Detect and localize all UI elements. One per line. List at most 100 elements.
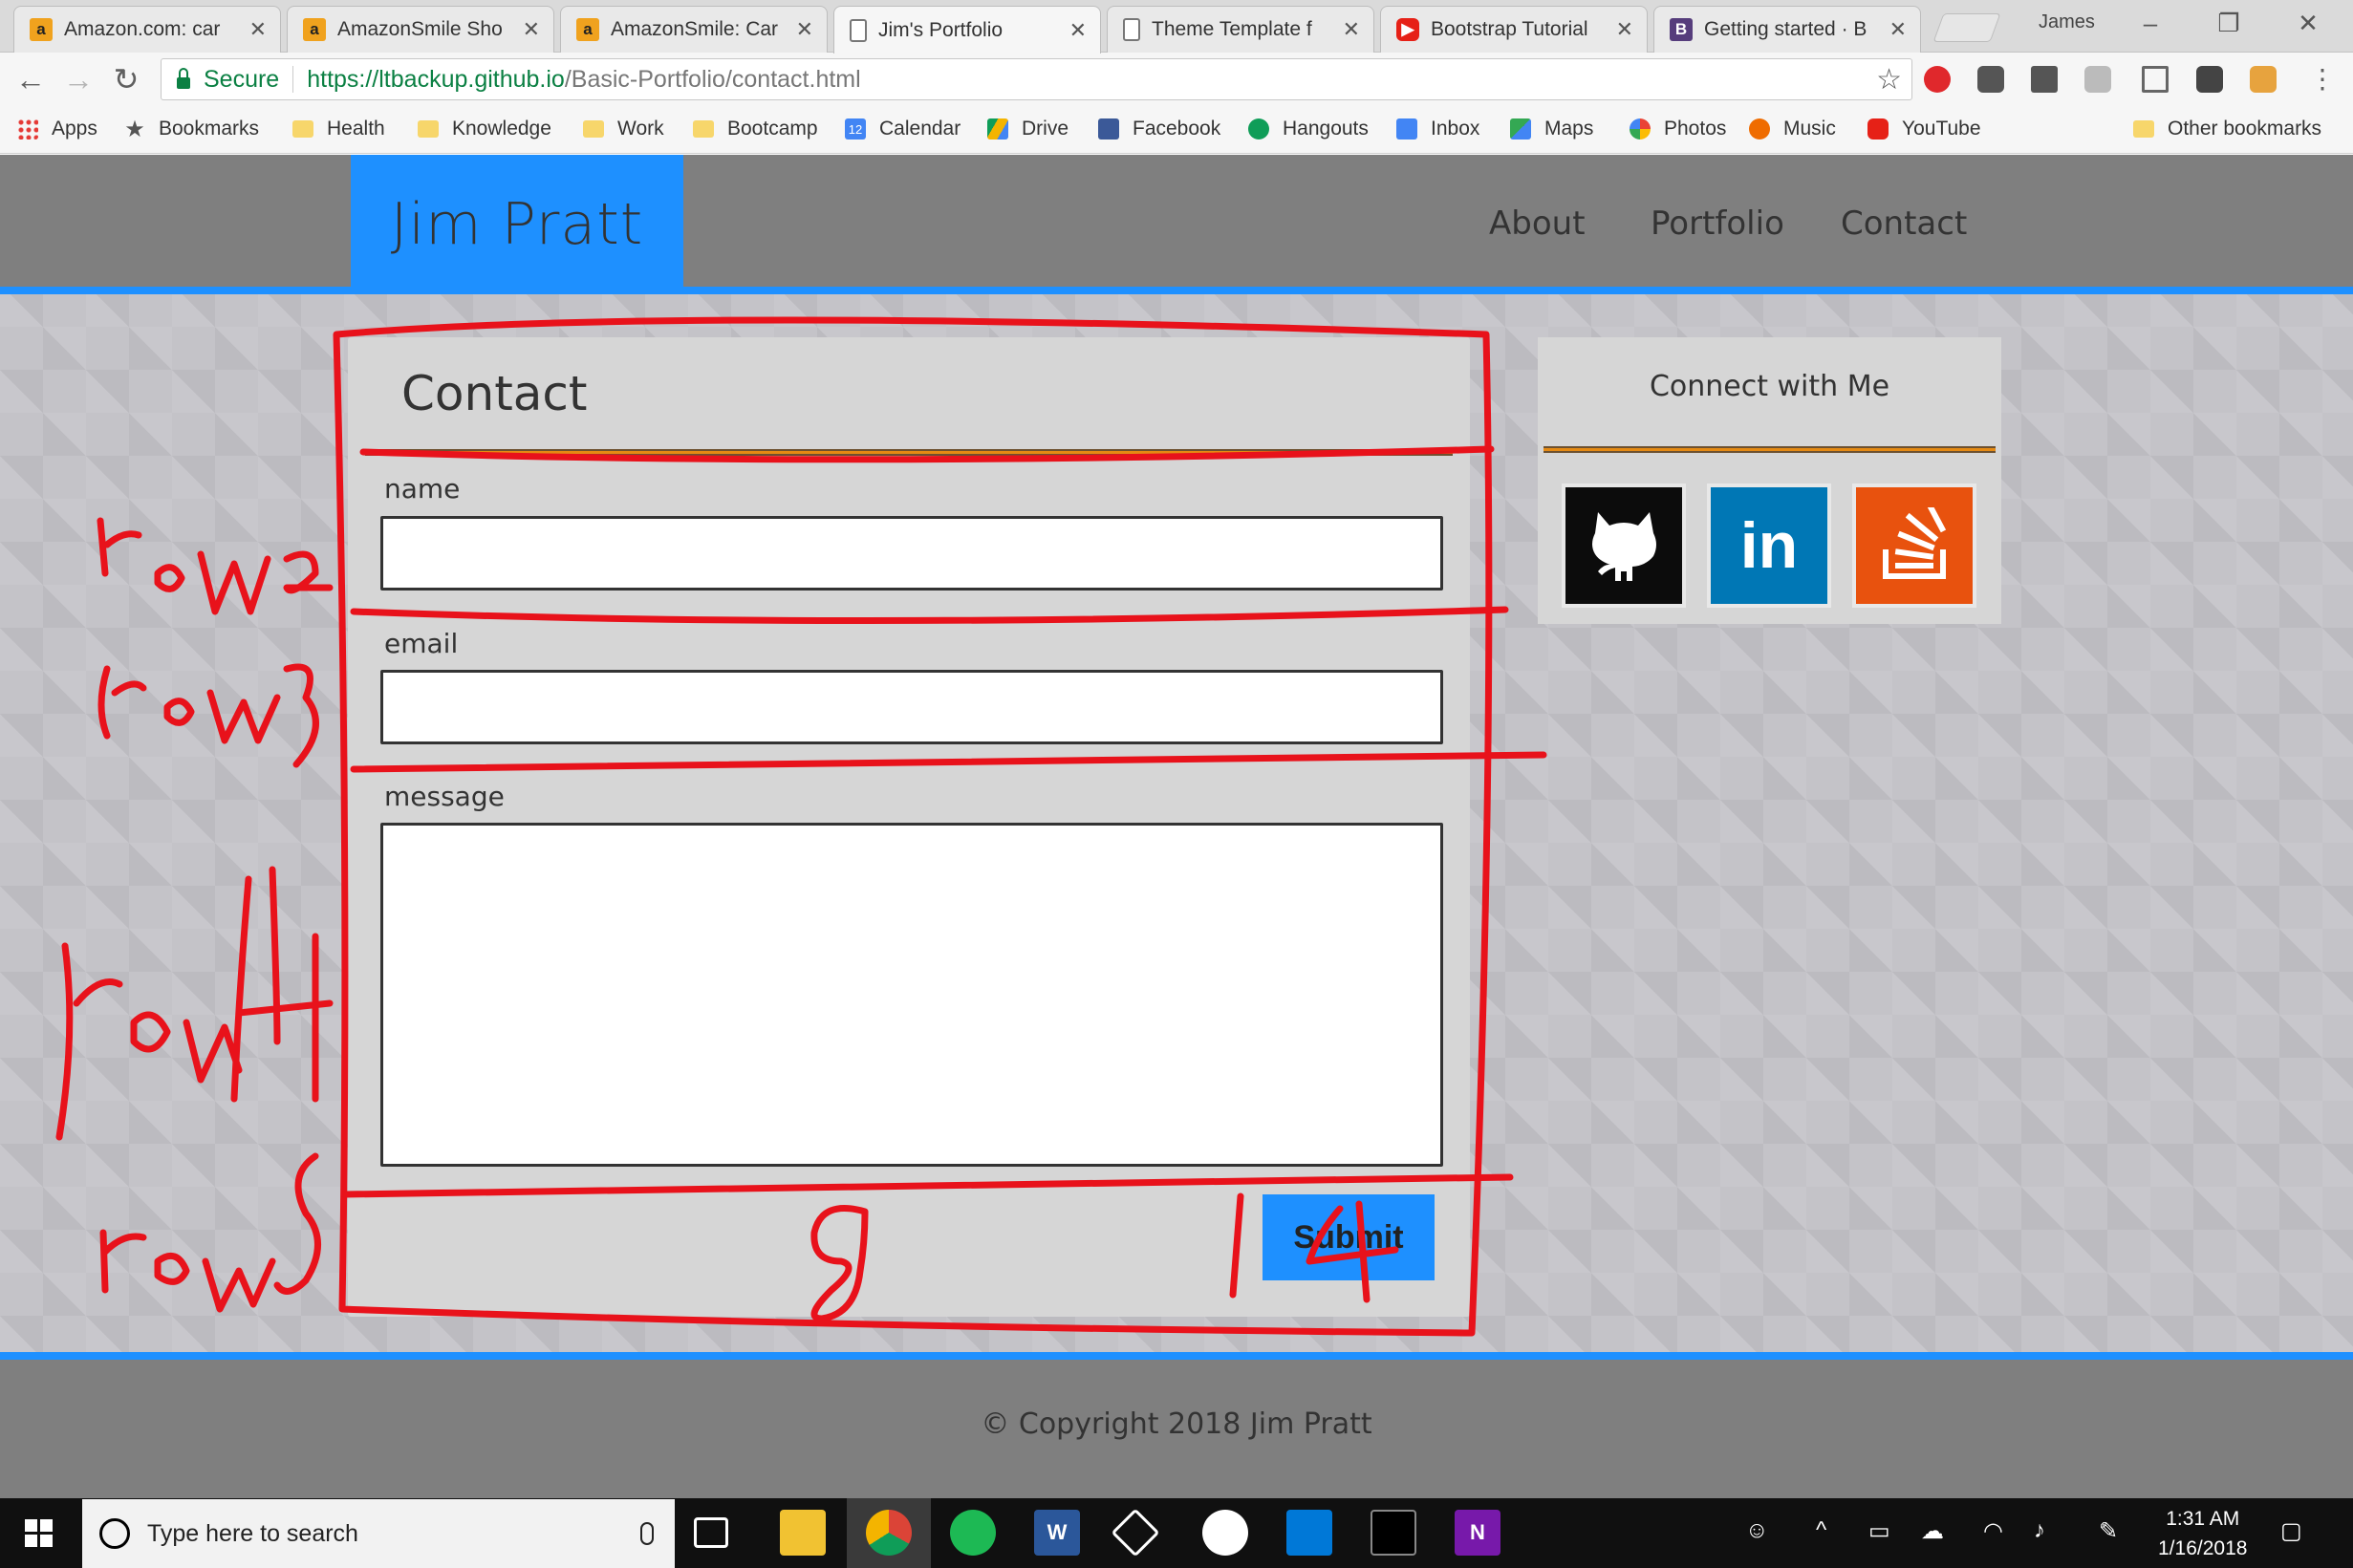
- tab-jims-portfolio[interactable]: Jim's Portfolio ✕: [833, 6, 1101, 54]
- bookmark-health[interactable]: Health: [292, 118, 385, 140]
- reload-icon[interactable]: ↻: [107, 60, 145, 98]
- vscode-icon[interactable]: [1286, 1510, 1332, 1556]
- terminal-icon[interactable]: [1371, 1510, 1416, 1556]
- close-icon[interactable]: ✕: [523, 17, 540, 42]
- stackoverflow-icon[interactable]: [1852, 483, 1976, 608]
- profile-name[interactable]: James: [2039, 11, 2095, 33]
- nav-link-portfolio[interactable]: Portfolio: [1651, 204, 1784, 243]
- battery-icon[interactable]: ▭: [1868, 1517, 1890, 1545]
- nav-link-contact[interactable]: Contact: [1841, 204, 1967, 243]
- tab-getting-started[interactable]: B Getting started · B ✕: [1653, 6, 1921, 53]
- minimize-icon[interactable]: –: [2122, 4, 2179, 42]
- tab-amazonsmile-shop[interactable]: a AmazonSmile Sho ✕: [287, 6, 554, 53]
- page-icon: [850, 18, 867, 42]
- email-input[interactable]: [380, 670, 1443, 744]
- extension-icon[interactable]: [1977, 66, 2004, 93]
- tab-bootstrap-tutorial[interactable]: ▶ Bootstrap Tutorial ✕: [1380, 6, 1648, 53]
- chrome-icon[interactable]: [866, 1510, 912, 1556]
- mail-extension-icon[interactable]: [2031, 66, 2058, 93]
- close-icon[interactable]: ✕: [1069, 18, 1087, 43]
- bookmark-music[interactable]: Music: [1749, 118, 1836, 140]
- bookmark-other[interactable]: Other bookmarks: [2133, 118, 2321, 140]
- bookmark-apps[interactable]: Apps: [17, 118, 97, 140]
- word-icon[interactable]: W: [1034, 1510, 1080, 1556]
- close-icon[interactable]: ✕: [796, 17, 813, 42]
- tab-title: Amazon.com: car: [64, 18, 221, 40]
- unity-icon[interactable]: [1111, 1508, 1160, 1557]
- file-explorer-icon[interactable]: [780, 1510, 826, 1556]
- bookmark-label: Drive: [1022, 118, 1069, 140]
- spotify-icon[interactable]: [950, 1510, 996, 1556]
- extension-icon[interactable]: [2250, 66, 2277, 93]
- bookmark-youtube[interactable]: YouTube: [1867, 118, 1981, 140]
- nav-link-about[interactable]: About: [1489, 204, 1586, 243]
- volume-icon[interactable]: ♪: [2034, 1517, 2045, 1544]
- linkedin-icon[interactable]: in: [1707, 483, 1831, 608]
- system-clock[interactable]: 1:31 AM 1/16/2018: [2158, 1504, 2247, 1563]
- close-icon[interactable]: ✕: [1889, 17, 1907, 42]
- bookmark-maps[interactable]: Maps: [1510, 118, 1593, 140]
- taskbar-search-box[interactable]: Type here to search: [82, 1499, 675, 1568]
- github-icon[interactable]: [1562, 483, 1686, 608]
- submit-button[interactable]: Submit: [1263, 1194, 1435, 1280]
- email-label: email: [384, 628, 459, 659]
- close-icon[interactable]: ✕: [1616, 17, 1633, 42]
- bookmark-label: Knowledge: [452, 118, 551, 140]
- close-window-icon[interactable]: ✕: [2279, 4, 2337, 42]
- bookmark-inbox[interactable]: Inbox: [1396, 118, 1479, 140]
- tab-theme-template[interactable]: Theme Template f ✕: [1107, 6, 1374, 53]
- lock-icon: [177, 68, 190, 89]
- bookmark-facebook[interactable]: Facebook: [1098, 118, 1220, 140]
- bookmark-bootcamp[interactable]: Bootcamp: [693, 118, 818, 140]
- back-icon[interactable]: ←: [11, 60, 50, 98]
- address-bar[interactable]: Secure https://ltbackup.github.io /Basic…: [161, 58, 1912, 100]
- bookmark-calendar[interactable]: 12 Calendar: [845, 118, 961, 140]
- message-textarea[interactable]: [380, 823, 1443, 1167]
- bookmark-work[interactable]: Work: [583, 118, 664, 140]
- cast-icon[interactable]: [2142, 66, 2169, 93]
- forward-icon[interactable]: →: [59, 60, 97, 98]
- site-brand[interactable]: Jim Pratt: [351, 155, 683, 294]
- bookmark-label: Bootcamp: [727, 118, 818, 140]
- social-divider: [1543, 446, 1996, 453]
- tab-title: Getting started · B: [1704, 18, 1867, 40]
- name-input[interactable]: [380, 516, 1443, 591]
- notifications-icon[interactable]: ▢: [2280, 1517, 2302, 1545]
- tab-title: AmazonSmile: Car: [611, 18, 779, 40]
- show-hidden-icons-icon[interactable]: ^: [1816, 1517, 1826, 1544]
- page-icon: [1123, 18, 1140, 41]
- close-icon[interactable]: ✕: [1343, 17, 1360, 42]
- bookmark-photos[interactable]: Photos: [1630, 118, 1726, 140]
- bookmark-bookmarks[interactable]: ★ Bookmarks: [124, 117, 259, 142]
- bookmark-knowledge[interactable]: Knowledge: [418, 118, 551, 140]
- clock-time: 1:31 AM: [2166, 1508, 2240, 1530]
- tab-title: Jim's Portfolio: [878, 18, 1004, 41]
- people-icon[interactable]: ☺: [1745, 1517, 1769, 1544]
- bookmark-star-icon[interactable]: ☆: [1876, 63, 1902, 97]
- tab-title: Bootstrap Tutorial: [1431, 18, 1588, 40]
- clock-date: 1/16/2018: [2158, 1537, 2248, 1559]
- onenote-icon[interactable]: N: [1455, 1510, 1500, 1556]
- microphone-icon[interactable]: [640, 1522, 654, 1545]
- url-path: /Basic-Portfolio/contact.html: [564, 65, 861, 93]
- tab-amazonsmile-car[interactable]: a AmazonSmile: Car ✕: [560, 6, 828, 53]
- onedrive-icon[interactable]: ☁: [1921, 1517, 1944, 1545]
- bookmark-drive[interactable]: Drive: [987, 118, 1069, 140]
- site-navbar: Jim Pratt About Portfolio Contact: [0, 155, 2353, 294]
- pen-workspace-icon[interactable]: ✎: [2099, 1517, 2118, 1545]
- inbox-icon: [1396, 118, 1417, 140]
- close-icon[interactable]: ✕: [249, 17, 267, 42]
- extension-icon[interactable]: [2084, 66, 2111, 93]
- windows-start-icon[interactable]: [25, 1519, 54, 1548]
- tab-amazon-car[interactable]: a Amazon.com: car ✕: [13, 6, 281, 53]
- opera-extension-icon[interactable]: [1924, 66, 1951, 93]
- menu-icon[interactable]: ⋮: [2303, 60, 2342, 98]
- restore-icon[interactable]: ❐: [2200, 4, 2257, 42]
- extension-icon[interactable]: [2196, 66, 2223, 93]
- wifi-icon[interactable]: ◠: [1983, 1517, 2003, 1545]
- cortana-icon[interactable]: [99, 1518, 130, 1549]
- new-tab-button[interactable]: [1932, 13, 2001, 42]
- slack-icon[interactable]: [1202, 1510, 1248, 1556]
- bookmark-hangouts[interactable]: Hangouts: [1248, 118, 1369, 140]
- task-view-icon[interactable]: [694, 1517, 728, 1548]
